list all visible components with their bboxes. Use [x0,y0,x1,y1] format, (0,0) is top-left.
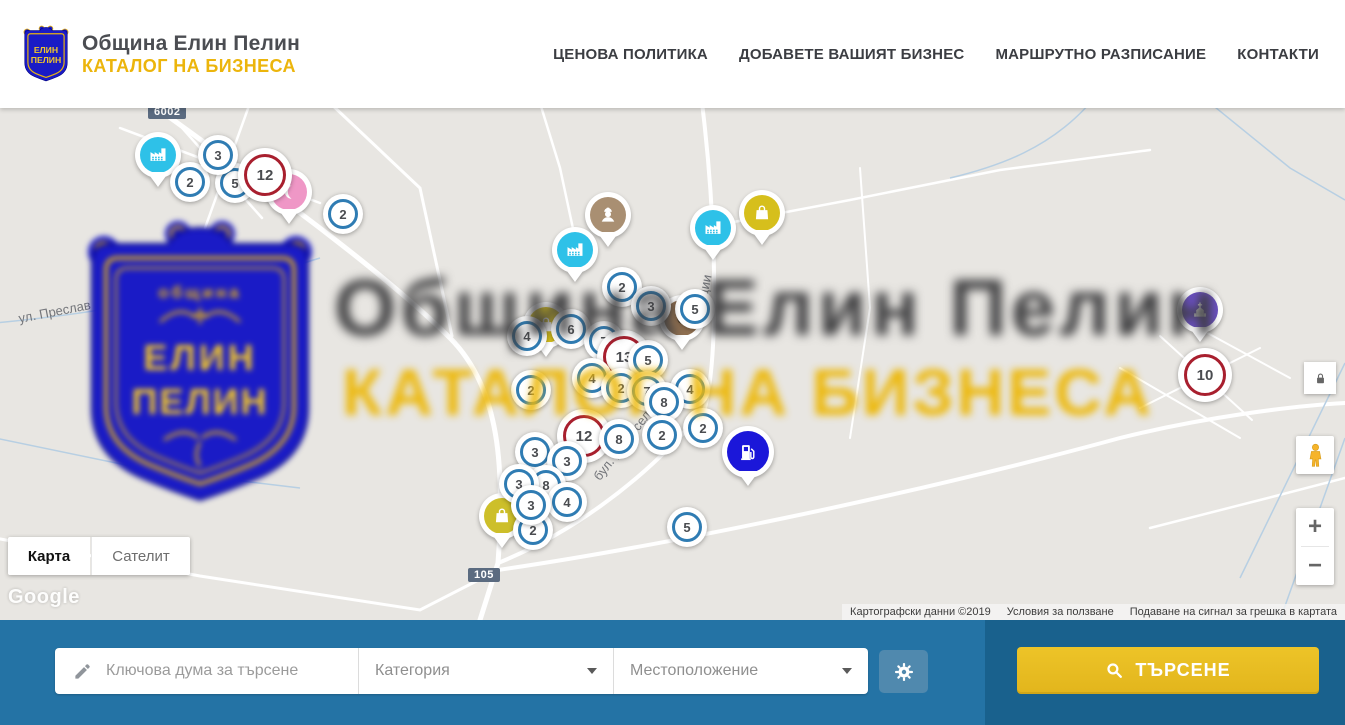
search-submit-button[interactable]: ТЪРСЕНЕ [1017,647,1319,694]
pencil-icon [73,662,92,681]
cluster-count: 5 [672,512,702,542]
fuel-icon [727,431,769,473]
brand-logo[interactable]: ЕЛИН ПЕЛИН Община Елин Пелин КАТАЛОГ НА … [22,23,300,85]
map-type-map-button[interactable]: Карта [8,537,90,575]
cluster-marker[interactable]: 3 [631,286,671,326]
road-badge: 105 [468,568,500,582]
site-title: Община Елин Пелин [82,32,300,56]
cluster-count: 2 [688,413,718,443]
cluster-marker[interactable]: 4 [547,482,587,522]
zoom-in-button[interactable]: + [1296,508,1334,546]
lock-icon [1313,371,1328,386]
keyword-search-input[interactable] [104,661,344,681]
category-pin-bag[interactable] [739,190,785,236]
keyword-cell [55,648,358,694]
map-canvas[interactable]: 6002 105 ул. Преслав бул. „Новосел ции 2… [0,108,1345,620]
main-nav: ЦЕНОВА ПОЛИТИКА ДОБАВЕТЕ ВАШИЯТ БИЗНЕС М… [553,46,1345,63]
nav-item-add-business[interactable]: ДОБАВЕТЕ ВАШИЯТ БИЗНЕС [739,46,964,63]
cluster-count: 6 [556,314,586,344]
nav-item-route-schedule[interactable]: МАРШРУТНО РАЗПИСАНИЕ [995,46,1206,63]
map-type-satellite-button[interactable]: Сателит [91,537,190,575]
pegman-icon [1302,442,1329,469]
municipality-crest-icon: ЕЛИН ПЕЛИН [22,23,70,85]
category-pin-factory[interactable] [690,205,736,251]
search-icon [1105,661,1124,680]
cluster-count: 3 [520,437,550,467]
brand-text: Община Елин Пелин КАТАЛОГ НА БИЗНЕСА [82,32,300,77]
cluster-count: 4 [552,487,582,517]
factory-icon [140,137,176,173]
cluster-count: 2 [516,375,546,405]
gear-icon [893,661,915,683]
worker-icon [590,197,626,233]
cluster-count: 2 [647,420,677,450]
report-error-link[interactable]: Подаване на сигнал за грешка в картата [1130,606,1337,618]
category-select-label: Категория [375,662,450,680]
map-type-control: Карта Сателит [8,537,190,575]
cluster-marker[interactable]: 2 [642,415,682,455]
bag-icon [744,195,780,231]
cluster-count: 3 [516,490,546,520]
factory-icon [695,210,731,246]
terms-link[interactable]: Условия за ползване [1007,606,1114,618]
site-subtitle: КАТАЛОГ НА БИЗНЕСА [82,56,300,77]
cluster-count: 12 [244,154,286,196]
cluster-count: 3 [203,140,233,170]
advanced-search-button[interactable] [879,650,928,693]
cluster-marker[interactable]: 3 [198,135,238,175]
cluster-count: 10 [1184,354,1226,396]
cluster-marker[interactable]: 10 [1178,348,1232,402]
svg-text:ЕЛИН: ЕЛИН [34,45,58,55]
chevron-down-icon [842,668,852,674]
cluster-marker[interactable]: 5 [667,507,707,547]
category-select[interactable]: Категория [358,648,613,694]
svg-text:ПЕЛИН: ПЕЛИН [31,55,61,65]
church-icon [1182,292,1218,328]
google-logo[interactable]: Google [8,586,80,609]
category-pin-worker[interactable] [585,192,631,238]
cluster-count: 2 [328,199,358,229]
cluster-marker[interactable]: 8 [599,419,639,459]
location-select-label: Местоположение [630,662,758,680]
chevron-down-icon [587,668,597,674]
category-pin-church[interactable] [1177,287,1223,333]
street-view-pegman-button[interactable] [1296,436,1334,474]
page: ЕЛИН ПЕЛИН Община Елин Пелин КАТАЛОГ НА … [0,0,1345,725]
search-input-group: Категория Местоположение [55,648,868,694]
location-select[interactable]: Местоположение [613,648,868,694]
attribution-copyright: Картографски данни ©2019 [850,606,991,618]
cluster-count: 3 [636,291,666,321]
header: ЕЛИН ПЕЛИН Община Елин Пелин КАТАЛОГ НА … [0,0,1345,108]
category-pin-fuel[interactable] [722,426,774,478]
nav-item-contacts[interactable]: КОНТАКТИ [1237,46,1319,63]
nav-item-pricing[interactable]: ЦЕНОВА ПОЛИТИКА [553,46,708,63]
cluster-marker[interactable]: 2 [683,408,723,448]
cluster-count: 8 [604,424,634,454]
cluster-count: 2 [175,167,205,197]
factory-icon [557,232,593,268]
cluster-marker[interactable]: 12 [238,148,292,202]
cluster-count: 8 [649,387,679,417]
category-pin-factory[interactable] [552,227,598,273]
search-bar: Категория Местоположение [0,620,1345,725]
cluster-count: 5 [680,294,710,324]
map-attribution: Картографски данни ©2019 Условия за полз… [842,604,1345,620]
zoom-out-button[interactable]: − [1296,547,1334,585]
cluster-count: 4 [512,321,542,351]
lock-button[interactable] [1304,362,1336,394]
cluster-marker[interactable]: 4 [507,316,547,356]
cluster-marker[interactable]: 2 [323,194,363,234]
cluster-marker[interactable]: 2 [511,370,551,410]
cluster-marker[interactable]: 3 [511,485,551,525]
cluster-marker[interactable]: 5 [675,289,715,329]
search-button-label: ТЪРСЕНЕ [1135,660,1230,681]
zoom-control: + − [1296,508,1334,585]
road-badge: 6002 [148,108,186,119]
